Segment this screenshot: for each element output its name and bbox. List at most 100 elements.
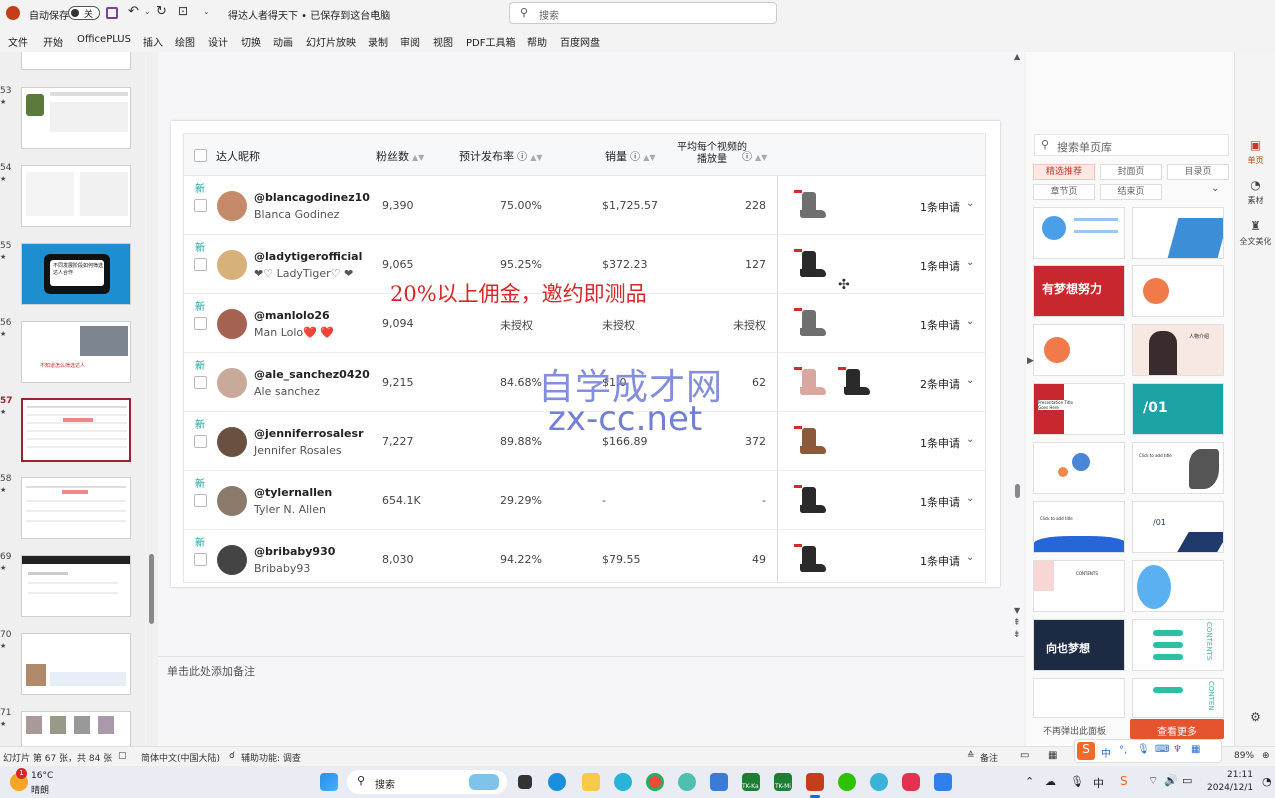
slide-thumbnail-57-active[interactable]: [21, 398, 131, 462]
menu-design[interactable]: 设计: [208, 34, 228, 49]
library-search-input[interactable]: ⚲ 搜索单页库: [1034, 134, 1229, 156]
tab-ending[interactable]: 结束页: [1100, 184, 1162, 200]
slide-thumbnail-58[interactable]: [21, 477, 131, 539]
row-checkbox[interactable]: [194, 494, 207, 507]
menu-draw[interactable]: 绘图: [175, 34, 195, 49]
weather-temp[interactable]: 16°C: [31, 771, 53, 781]
document-title[interactable]: 得达人者得天下 • 已保存到这台电脑: [228, 7, 390, 22]
tab-toc[interactable]: 目录页: [1167, 164, 1229, 180]
app-icon-1[interactable]: [678, 773, 696, 791]
menu-home[interactable]: 开始: [43, 34, 63, 49]
notes-pane[interactable]: 单击此处添加备注: [158, 656, 1024, 746]
row-checkbox[interactable]: [194, 258, 207, 271]
dont-show-again[interactable]: 不再弹出此面板: [1043, 724, 1106, 737]
creator-handle[interactable]: @blancagodinez10: [254, 191, 370, 204]
template-thumbnail[interactable]: CONTENTS: [1033, 560, 1125, 612]
template-thumbnail[interactable]: [1033, 207, 1125, 259]
expand-row-icon[interactable]: ⌄: [966, 434, 974, 445]
product-thumbnail[interactable]: [794, 544, 828, 574]
header-avg-views[interactable]: 平均每个视频的播放量: [676, 142, 748, 166]
row-checkbox[interactable]: [194, 435, 207, 448]
language[interactable]: 简体中文(中国大陆): [141, 751, 220, 764]
template-thumbnail[interactable]: Presentation Title Goes Here: [1033, 383, 1125, 435]
autosave-toggle[interactable]: 关: [68, 6, 100, 20]
battery-icon[interactable]: ▭: [1182, 774, 1192, 787]
notes-icon[interactable]: ≙: [967, 751, 975, 761]
prev-slide-icon[interactable]: ⇞: [1013, 618, 1021, 628]
slide-thumbnail-71[interactable]: [21, 711, 131, 746]
apply-count[interactable]: 1条申请: [920, 199, 960, 215]
menu-insert[interactable]: 插入: [143, 34, 163, 49]
app-icon-2[interactable]: [710, 773, 728, 791]
ime-toolbar[interactable]: S 中 °, 🎙 ⌨ ♆ ▦: [1074, 739, 1222, 763]
creator-handle[interactable]: @bribaby930: [254, 545, 335, 558]
mic-tray-icon[interactable]: 🎙: [1070, 775, 1084, 788]
expand-row-icon[interactable]: ⌄: [966, 198, 974, 209]
edge-icon[interactable]: [548, 773, 566, 791]
clock-date[interactable]: 2024/12/1: [1207, 783, 1253, 793]
template-thumbnail[interactable]: /01: [1132, 383, 1224, 435]
menu-baidu-disk[interactable]: 百度网盘: [560, 34, 600, 49]
fit-slide-icon[interactable]: ⊕: [1262, 751, 1270, 761]
header-avg-views-help-icon[interactable]: ⓘ ▲▼: [742, 148, 767, 163]
row-checkbox[interactable]: [194, 376, 207, 389]
template-thumbnail[interactable]: CONTEN: [1132, 678, 1224, 718]
menu-animations[interactable]: 动画: [273, 34, 293, 49]
powerpoint-icon[interactable]: [806, 773, 824, 791]
expand-row-icon[interactable]: ⌄: [966, 552, 974, 563]
slide-thumbnail-69[interactable]: [21, 555, 131, 617]
creator-handle[interactable]: @jenniferrosalesr: [254, 427, 364, 440]
expand-row-icon[interactable]: ⌄: [966, 316, 974, 327]
menu-review[interactable]: 审阅: [400, 34, 420, 49]
template-thumbnail[interactable]: 有梦想努力: [1033, 265, 1125, 317]
next-slide-icon[interactable]: ⇟: [1013, 630, 1021, 640]
redo-icon[interactable]: ↻: [156, 4, 167, 19]
expand-row-icon[interactable]: ⌄: [966, 375, 974, 386]
menu-help[interactable]: 帮助: [527, 34, 547, 49]
template-thumbnail[interactable]: Click to add title: [1132, 442, 1224, 494]
template-thumbnail[interactable]: [1033, 442, 1125, 494]
header-post-rate[interactable]: 预计发布率 ⓘ ▲▼: [459, 148, 543, 164]
apply-count[interactable]: 1条申请: [920, 435, 960, 451]
notes-toggle[interactable]: 备注: [980, 751, 998, 764]
app-icon-5[interactable]: [934, 773, 952, 791]
menu-officeplus[interactable]: OfficePLUS: [77, 34, 131, 45]
apply-count[interactable]: 1条申请: [920, 258, 960, 274]
header-followers[interactable]: 粉丝数 ▲▼: [376, 148, 424, 164]
edge-dev-icon[interactable]: [614, 773, 632, 791]
apply-count[interactable]: 1条申请: [920, 494, 960, 510]
creator-handle[interactable]: @ladytigerofficial: [254, 250, 362, 263]
beautify-icon[interactable]: ♜: [1235, 219, 1275, 233]
canvas-scrollbar[interactable]: ▲ ▼: [1012, 52, 1024, 642]
sorter-view-icon[interactable]: ▦: [1048, 750, 1057, 761]
normal-view-icon[interactable]: ▭: [1020, 750, 1029, 761]
row-checkbox[interactable]: [194, 199, 207, 212]
template-thumbnail[interactable]: [1033, 324, 1125, 376]
row-checkbox[interactable]: [194, 317, 207, 330]
slide-thumbnail-52[interactable]: [21, 52, 131, 70]
expand-row-icon[interactable]: ⌄: [966, 257, 974, 268]
file-explorer-icon[interactable]: [582, 773, 600, 791]
zoom-level[interactable]: 89%: [1234, 751, 1254, 761]
menu-slideshow[interactable]: 幻灯片放映: [306, 34, 356, 49]
template-thumbnail[interactable]: Click to add title: [1033, 501, 1125, 553]
product-thumbnail[interactable]: [794, 249, 828, 279]
creator-handle[interactable]: @manlolo26: [254, 309, 330, 322]
tab-chapter[interactable]: 章节页: [1033, 184, 1095, 200]
tray-chevron-icon[interactable]: ⌃: [1025, 775, 1034, 788]
material-icon[interactable]: ◔: [1235, 178, 1275, 192]
app-icon-4[interactable]: [902, 773, 920, 791]
template-thumbnail[interactable]: [1132, 265, 1224, 317]
slide-thumbnail-54[interactable]: [21, 165, 131, 227]
creator-handle[interactable]: @ale_sanchez0420: [254, 368, 370, 381]
ime-tray[interactable]: 中: [1093, 775, 1104, 791]
task-view-icon[interactable]: [518, 775, 532, 789]
wechat-icon[interactable]: [838, 773, 856, 791]
view-more-button[interactable]: 查看更多: [1130, 719, 1224, 739]
undo-dropdown-icon[interactable]: ⌄: [144, 7, 151, 16]
apply-count[interactable]: 1条申请: [920, 553, 960, 569]
product-thumbnail[interactable]: [794, 308, 828, 338]
save-icon[interactable]: [106, 7, 118, 19]
sogou-tray-icon[interactable]: S: [1120, 774, 1128, 788]
menu-view[interactable]: 视图: [433, 34, 453, 49]
